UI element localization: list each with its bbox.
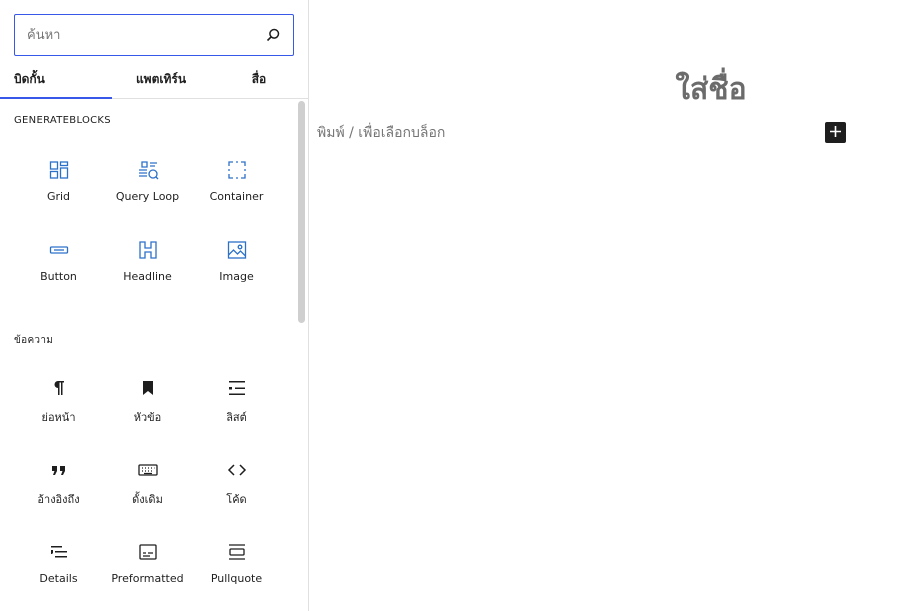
container-icon [225,158,249,182]
add-block-button[interactable] [825,122,846,143]
tab-blocks[interactable]: บิดกั้น [0,60,112,99]
block-label: Image [219,270,254,283]
block-item-container[interactable]: Container [192,146,281,226]
pullquote-icon [225,540,249,564]
category-title-generateblocks: GENERATEBLOCKS [14,115,111,126]
block-item-paragraph[interactable]: ย่อหน้า [14,364,103,446]
tab-media[interactable]: สื่อ [210,60,308,98]
block-appender-placeholder[interactable]: พิมพ์ / เพื่อเลือกบล็อก [317,122,445,144]
block-item-classic[interactable]: ดั้งเดิม [103,446,192,528]
block-label: Query Loop [115,190,180,203]
search-box[interactable] [14,14,294,56]
block-item-image[interactable]: Image [192,226,281,306]
image-icon [225,238,249,262]
post-title-input[interactable]: ใส่ชื่อ [309,66,900,113]
details-icon [47,540,71,564]
inserter-tabs: บิดกั้น แพตเทิร์น สื่อ [0,60,308,99]
block-item-details[interactable]: Details [14,528,103,610]
heading-icon [136,376,160,400]
inserter-scrollbar[interactable] [296,99,308,611]
block-grid-generateblocks: Grid Query Loop Container Button Headlin… [14,146,281,306]
block-item-quote[interactable]: อ้างอิงถึง [14,446,103,528]
block-label: Pullquote [210,572,263,585]
block-item-button[interactable]: Button [14,226,103,306]
block-label: หัวข้อ [133,411,162,424]
search-icon[interactable] [253,15,293,55]
block-item-grid[interactable]: Grid [14,146,103,226]
block-item-code[interactable]: โค้ด [192,446,281,528]
block-label: อ้างอิงถึง [37,493,80,506]
block-label: Preformatted [111,572,184,585]
block-label: Container [209,190,264,203]
block-label: Button [40,270,77,283]
list-icon [225,376,249,400]
block-item-list[interactable]: ลิสต์ [192,364,281,446]
tab-patterns[interactable]: แพตเทิร์น [112,60,210,98]
headline-icon [136,238,160,262]
block-label: Headline [123,270,172,283]
block-item-heading[interactable]: หัวข้อ [103,364,192,446]
block-label: Grid [46,190,71,203]
query-loop-icon [136,158,160,182]
grid-icon [47,158,71,182]
block-label: ลิสต์ [226,411,247,424]
code-icon [225,458,249,482]
scrollbar-thumb[interactable] [298,101,305,323]
plus-icon [829,123,842,142]
block-label: โค้ด [226,493,247,506]
block-list-panel: GENERATEBLOCKS Grid Query Loop Container [0,99,295,611]
category-title-text: ข้อความ [14,335,54,346]
quote-icon [47,458,71,482]
block-label: Details [39,572,78,585]
button-icon [47,238,71,262]
editor-canvas: ใส่ชื่อ พิมพ์ / เพื่อเลือกบล็อก [309,0,900,611]
classic-icon [136,458,160,482]
paragraph-icon [47,376,71,400]
block-item-headline[interactable]: Headline [103,226,192,306]
block-item-pullquote[interactable]: Pullquote [192,528,281,610]
block-label: ย่อหน้า [41,411,76,424]
block-grid-text: ย่อหน้า หัวข้อ ลิสต์ อ้างอิงถึง ดั้งเดิม… [14,364,281,610]
block-label: ดั้งเดิม [132,493,163,506]
block-item-preformatted[interactable]: Preformatted [103,528,192,610]
block-item-query-loop[interactable]: Query Loop [103,146,192,226]
block-inserter-panel: บิดกั้น แพตเทิร์น สื่อ GENERATEBLOCKS Gr… [0,0,309,611]
search-input[interactable] [15,15,253,55]
preformatted-icon [136,540,160,564]
